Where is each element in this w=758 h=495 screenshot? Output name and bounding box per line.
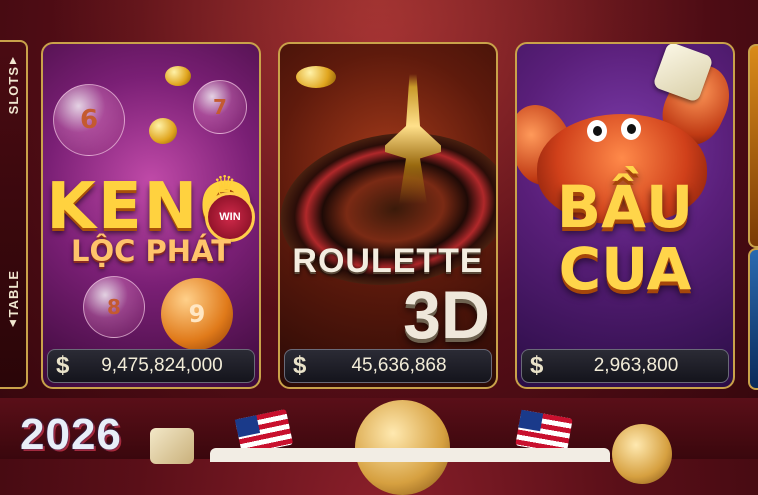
ball-number: 8 bbox=[107, 295, 121, 319]
crab-eye-icon bbox=[621, 118, 641, 140]
lottery-ball-icon: 7 bbox=[193, 80, 247, 134]
game-card-partial[interactable] bbox=[748, 248, 758, 390]
tab-slots-label: SLOTS bbox=[5, 66, 21, 115]
jackpot-amount: 2,963,800 bbox=[593, 355, 679, 376]
lottery-ball-icon: 9 bbox=[161, 278, 233, 350]
jackpot-amount: 9,475,824,000 bbox=[101, 355, 223, 376]
lottery-ball-icon: 8 bbox=[83, 276, 145, 338]
jackpot-amount: 45,636,868 bbox=[351, 355, 447, 376]
jackpot-display: $ 45,636,868 bbox=[284, 349, 492, 383]
ball-number: 6 bbox=[79, 105, 99, 135]
ball-number: 7 bbox=[213, 95, 227, 119]
dollar-icon: $ bbox=[56, 352, 70, 379]
roulette-3d-label: 3D bbox=[403, 277, 490, 353]
jackpot-display: $ 9,475,824,000 bbox=[47, 349, 255, 383]
dollar-icon: $ bbox=[530, 352, 544, 379]
keno-subtitle: LỘC PHÁT bbox=[70, 234, 231, 268]
game-card-roulette-3d[interactable]: ROULETTE 3D $ 45,636,868 bbox=[278, 42, 498, 389]
bau-cua-line1: BẦU bbox=[556, 173, 694, 241]
coin-icon bbox=[149, 118, 177, 144]
lottery-ball-icon: 6 bbox=[53, 84, 125, 156]
bau-cua-title: BẦU CUA bbox=[517, 176, 733, 300]
triangle-up-icon: ▲ bbox=[7, 53, 19, 67]
category-side-tabs: ▲ SLOTS TABLE ▼ bbox=[0, 40, 28, 389]
game-card-partial[interactable] bbox=[748, 44, 758, 248]
jackpot-display: $ 2,963,800 bbox=[521, 349, 729, 383]
tab-table-label: TABLE bbox=[5, 270, 21, 318]
coin-icon bbox=[296, 66, 336, 88]
dollar-icon: $ bbox=[293, 352, 307, 379]
tab-table[interactable]: TABLE ▼ bbox=[0, 270, 26, 329]
coin-icon bbox=[165, 66, 191, 86]
soccer-ball-icon bbox=[612, 424, 672, 484]
game-card-bau-cua[interactable]: BẦU CUA $ 2,963,800 bbox=[515, 42, 735, 389]
bottom-panel-edge bbox=[210, 448, 610, 462]
triangle-down-icon: ▼ bbox=[7, 316, 19, 331]
tab-slots[interactable]: ▲ SLOTS bbox=[0, 54, 26, 114]
game-card-keno[interactable]: 6 7 8 9 KENO ♛ WIN LỘC PHÁT $ 9,475,824,… bbox=[41, 42, 261, 389]
banner-year: 2026 bbox=[20, 410, 122, 459]
crab-eye-icon bbox=[587, 120, 607, 142]
bau-cua-line2: CUA bbox=[558, 235, 692, 303]
ball-number: 9 bbox=[188, 300, 206, 328]
